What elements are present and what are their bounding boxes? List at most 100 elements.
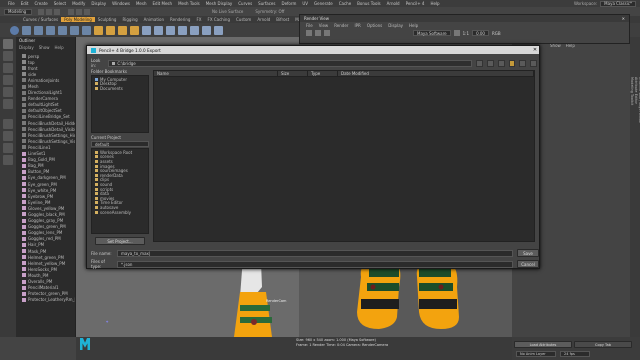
four-view-layout-icon[interactable]	[3, 131, 13, 141]
outliner-menu-help[interactable]: Help	[55, 45, 64, 50]
cube-icon[interactable]	[22, 25, 31, 35]
menu-item-deform[interactable]: Deform	[281, 1, 296, 6]
cancel-button[interactable]: Cancel	[517, 260, 539, 268]
rgb-channel-icon[interactable]	[453, 30, 460, 36]
separate-icon[interactable]	[118, 25, 127, 35]
target-weld-icon[interactable]	[202, 25, 211, 35]
render-icon[interactable]	[306, 30, 312, 36]
bevel-icon[interactable]	[166, 25, 175, 35]
scale-tool-icon[interactable]	[3, 99, 13, 109]
snapshot-icon[interactable]	[324, 30, 330, 36]
back-icon[interactable]	[476, 59, 484, 67]
menu-item-edit-mesh[interactable]: Edit Mesh	[153, 1, 173, 6]
column-type[interactable]: Type	[308, 70, 338, 77]
render-view-menu-help[interactable]: Help	[409, 23, 418, 28]
rotate-tool-icon[interactable]	[3, 87, 13, 97]
shelf-tab-fx[interactable]: FX	[193, 17, 204, 22]
outliner-menu-show[interactable]: Show	[39, 45, 50, 50]
menu-item-surfaces[interactable]: Surfaces	[258, 1, 275, 6]
outliner-menu-display[interactable]: Display	[19, 45, 34, 50]
set-project-button[interactable]: Set Project...	[95, 237, 145, 245]
detail-view-icon[interactable]	[530, 59, 537, 67]
menu-item-bonus-tools[interactable]: Bonus Tools	[357, 1, 380, 6]
disc-icon[interactable]	[82, 25, 91, 35]
render-view-close-icon[interactable]: ✕	[622, 16, 625, 21]
menu-item-select[interactable]: Select	[54, 1, 66, 6]
menu-item-display[interactable]: Display	[91, 1, 106, 6]
open-scene-icon[interactable]	[46, 8, 52, 15]
menu-item-mesh-tools[interactable]: Mesh Tools	[178, 1, 200, 6]
file-list[interactable]: Name Size Type Date Modified	[153, 70, 535, 242]
select-by-component-icon[interactable]	[84, 8, 90, 15]
ipr-icon[interactable]	[315, 30, 321, 36]
save-button[interactable]: Save	[517, 249, 539, 257]
render-view-menu-file[interactable]: File	[306, 23, 313, 28]
outliner-layout-icon[interactable]	[3, 143, 13, 153]
multicut-icon[interactable]	[190, 25, 199, 35]
copy-tab-button[interactable]: Copy Tab	[574, 341, 632, 348]
fps-dropdown[interactable]: 24 fps	[560, 351, 590, 357]
render-view-menu-options[interactable]: Options	[367, 23, 382, 28]
menuset-dropdown[interactable]: Modeling	[4, 8, 32, 15]
torus-icon[interactable]	[58, 25, 67, 35]
menu-item-curves[interactable]: Curves	[238, 1, 252, 6]
file-name-input[interactable]: maya_to_max|	[117, 249, 513, 257]
files-of-type-dropdown[interactable]: *.json	[117, 260, 513, 268]
menu-item-edit[interactable]: Edit	[21, 1, 29, 6]
extrude-icon[interactable]	[154, 25, 163, 35]
renderer-dropdown[interactable]: Maya Software	[413, 30, 451, 36]
menu-item-mesh[interactable]: Mesh	[136, 1, 147, 6]
menu-item-windows[interactable]: Windows	[112, 1, 130, 6]
shelf-tab-fx-caching[interactable]: FX Caching	[205, 17, 233, 22]
menu-item-modify[interactable]: Modify	[72, 1, 85, 6]
uv-editor-icon[interactable]	[214, 25, 223, 35]
new-scene-icon[interactable]	[38, 8, 44, 15]
select-by-object-icon[interactable]	[76, 8, 82, 15]
render-view-menu-display[interactable]: Display	[388, 23, 403, 28]
shelf-tab-bifrost[interactable]: Bifrost	[273, 17, 292, 22]
shelf-tab-rendering[interactable]: Rendering	[167, 17, 193, 22]
workspace-dropdown[interactable]: Maya Classic*	[600, 0, 636, 7]
parent-folder-icon[interactable]	[497, 59, 505, 67]
shelf-tab-rigging[interactable]: Rigging	[119, 17, 140, 22]
menu-item-help[interactable]: Help	[430, 1, 439, 6]
shelf-tab-curves-surfaces[interactable]: Curves / Surfaces	[20, 17, 61, 22]
select-by-hierarchy-icon[interactable]	[68, 8, 74, 15]
outliner-item[interactable]: Protector_LeatheryRm_PM	[16, 297, 75, 303]
symmetry-toggle[interactable]: Symmetry: Off	[255, 9, 284, 14]
move-tool-icon[interactable]	[3, 75, 13, 85]
save-scene-icon[interactable]	[54, 8, 60, 15]
column-date-modified[interactable]: Date Modified	[338, 70, 534, 77]
dialog-close-icon[interactable]: ✕	[531, 46, 539, 54]
lasso-tool-icon[interactable]	[3, 51, 13, 61]
look-in-dropdown[interactable]: C:\bridge	[108, 59, 473, 67]
cone-icon[interactable]	[46, 25, 55, 35]
column-name[interactable]: Name	[154, 70, 278, 77]
shelf-tab-custom[interactable]: Custom	[233, 17, 254, 22]
bridge-icon[interactable]	[142, 25, 151, 35]
column-size[interactable]: Size	[278, 70, 308, 77]
workspace-selector[interactable]: Workspace: Maya Classic*	[574, 0, 636, 7]
menu-item-create[interactable]: Create	[34, 1, 47, 6]
single-perspective-layout-icon[interactable]	[3, 119, 13, 129]
svg-icon[interactable]	[94, 25, 103, 35]
exposure-field[interactable]: 0.00	[472, 30, 489, 36]
shelf-tab-sculpting[interactable]: Sculpting	[95, 17, 120, 22]
forward-icon[interactable]	[487, 59, 494, 67]
menu-item-pencil-4[interactable]: Pencil+ 4	[406, 1, 425, 6]
shelf-tab-poly-modeling[interactable]: Poly Modeling	[61, 17, 95, 22]
menu-item-file[interactable]: File	[8, 1, 15, 6]
load-attributes-button[interactable]: Load Attributes	[514, 341, 572, 348]
combine-icon[interactable]	[106, 25, 115, 35]
menu-item-uv[interactable]: UV	[302, 1, 308, 6]
plane-icon[interactable]	[70, 25, 79, 35]
shelf-tab-animation[interactable]: Animation	[141, 17, 167, 22]
render-view-menu-view[interactable]: View	[319, 23, 329, 28]
anim-layer-dropdown[interactable]: No Anim Layer	[516, 351, 556, 357]
paint-select-icon[interactable]	[3, 63, 13, 73]
current-project-dropdown[interactable]: default	[91, 141, 149, 147]
bookmark-item[interactable]: Documents	[92, 86, 148, 91]
new-folder-icon[interactable]	[508, 59, 516, 67]
cylinder-icon[interactable]	[34, 25, 43, 35]
select-tool-icon[interactable]	[3, 39, 13, 49]
